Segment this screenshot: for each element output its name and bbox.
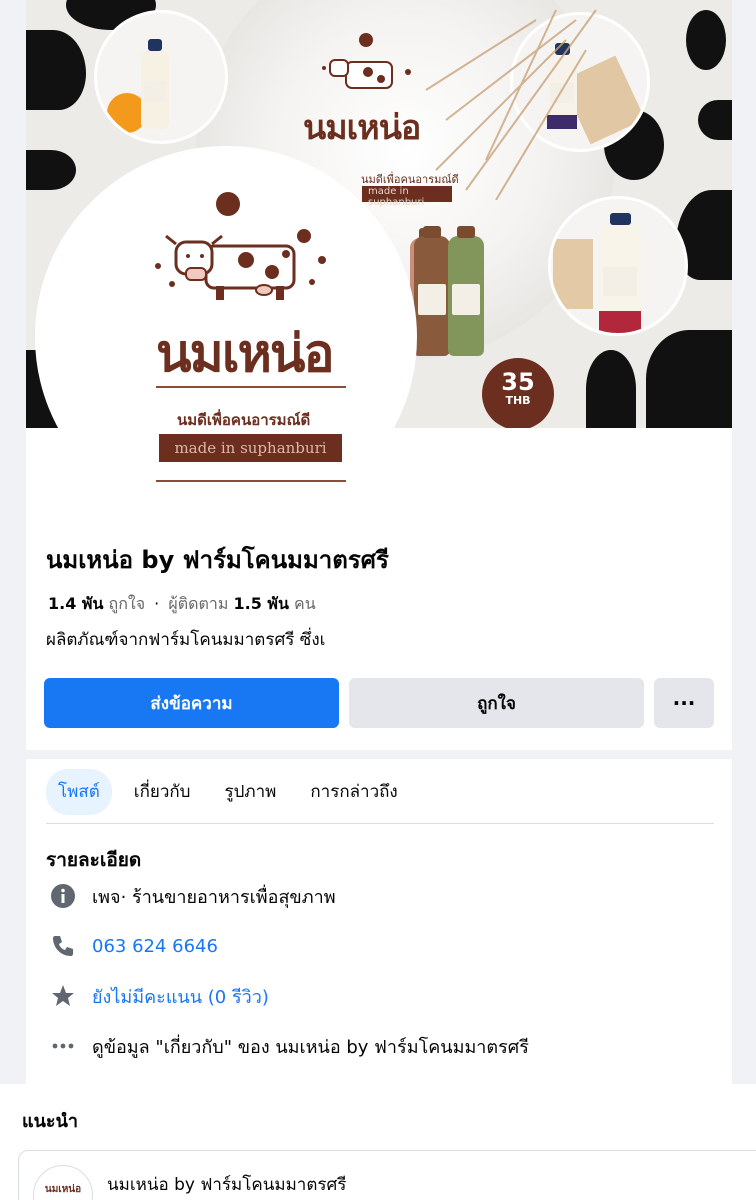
- cow-spot: [646, 330, 732, 428]
- recommended-section: แนะนำ นมเหน่อ นมเหน่อ by ฟาร์มโคนมมาตรศร…: [0, 1084, 756, 1200]
- recommended-heading: แนะนำ: [22, 1111, 78, 1132]
- followers-label: ผู้ติดตาม: [168, 594, 229, 613]
- recommended-page-card[interactable]: นมเหน่อ นมเหน่อ by ฟาร์มโคนมมาตรศรี: [18, 1150, 756, 1200]
- cow-spot: [698, 100, 732, 140]
- star-icon: [48, 981, 78, 1011]
- avatar-divider-top: [156, 386, 346, 388]
- phone-row[interactable]: 063 624 6646: [48, 931, 218, 961]
- info-icon: [48, 881, 78, 911]
- page-header-card: นมเหน่อ นมดีเพื่อคนอารมณ์ดี made in suph…: [26, 0, 732, 750]
- tab-posts[interactable]: โพสต์: [46, 769, 112, 815]
- cover-made-in: made in suphanburi: [362, 186, 452, 208]
- page-stats: 1.4 พัน ถูกใจ · ผู้ติดตาม 1.5 พัน คน: [48, 592, 316, 617]
- ellipsis-icon: [48, 1031, 78, 1061]
- bottle-chocolate: [414, 226, 450, 356]
- rating-text[interactable]: ยังไม่มีคะแนน (0 รีวิว): [92, 982, 269, 1011]
- tab-divider: [46, 823, 714, 824]
- category-prefix: เพจ: [92, 886, 121, 908]
- tab-about[interactable]: เกี่ยวกับ: [122, 769, 203, 815]
- tab-bar: โพสต์ เกี่ยวกับ รูปภาพ การกล่าวถึง: [46, 767, 420, 817]
- page-title: นมเหน่อ by ฟาร์มโคนมมาตรศรี: [46, 546, 389, 574]
- about-row[interactable]: ดูข้อมูล "เกี่ยวกับ" ของ นมเหน่อ by ฟาร์…: [48, 1031, 529, 1061]
- more-icon: ···: [672, 691, 696, 715]
- likes-count: 1.4 พัน: [48, 594, 104, 613]
- recommended-page-name[interactable]: นมเหน่อ by ฟาร์มโคนมมาตรศรี: [107, 1171, 346, 1198]
- avatar-made-in: made in suphanburi: [159, 434, 342, 462]
- avatar-brand-text: นมเหน่อ: [156, 324, 335, 384]
- product-photo-strawberry: [548, 196, 688, 336]
- more-options-button[interactable]: ···: [654, 678, 714, 728]
- rating-row[interactable]: ยังไม่มีคะแนน (0 รีวิว): [48, 981, 269, 1011]
- bottle-green-tea: [448, 226, 484, 356]
- phone-icon: [48, 931, 78, 961]
- send-message-button[interactable]: ส่งข้อความ: [44, 678, 339, 728]
- cover-brand-text: นมเหน่อ: [303, 108, 421, 148]
- cow-spot: [586, 350, 636, 428]
- details-heading: รายละเอียด: [46, 849, 142, 871]
- recommended-avatar: นมเหน่อ: [33, 1165, 93, 1200]
- cow-spot: [26, 30, 86, 110]
- followers-unit: คน: [294, 594, 316, 613]
- category-row: เพจ · ร้านขายอาหารเพื่อสุขภาพ: [48, 881, 336, 911]
- like-button[interactable]: ถูกใจ: [349, 678, 644, 728]
- price-badge: 35 THB: [482, 358, 554, 428]
- tab-mentions[interactable]: การกล่าวถึง: [298, 769, 409, 815]
- price-unit: THB: [505, 394, 531, 407]
- cow-logo-icon: [322, 33, 411, 89]
- avatar-divider-bottom: [156, 480, 346, 482]
- like-label: ถูกใจ: [477, 693, 516, 714]
- page-description: ผลิตภัณฑ์จากฟาร์มโคนมมาตรศรี ซึ่งเ: [46, 630, 326, 650]
- cow-spot: [686, 10, 726, 70]
- stats-separator: ·: [154, 594, 160, 613]
- about-link[interactable]: ดูข้อมูล "เกี่ยวกับ" ของ นมเหน่อ by ฟาร์…: [92, 1032, 529, 1061]
- likes-label: ถูกใจ: [108, 594, 146, 613]
- product-photo-orange: [94, 10, 228, 144]
- avatar-tagline: นมดีเพื่อคนอารมณ์ดี: [177, 411, 311, 429]
- phone-number[interactable]: 063 624 6646: [92, 936, 218, 957]
- followers-count: 1.5 พัน: [233, 594, 289, 613]
- send-message-label: ส่งข้อความ: [150, 693, 233, 714]
- cow-spot: [26, 150, 76, 190]
- avatar-cow-logo-icon: [155, 192, 326, 300]
- category-text: · ร้านขายอาหารเพื่อสุขภาพ: [120, 886, 336, 908]
- page-details-card: โพสต์ เกี่ยวกับ รูปภาพ การกล่าวถึง รายละ…: [26, 759, 732, 1089]
- price-value: 35: [501, 368, 535, 396]
- tab-photos[interactable]: รูปภาพ: [212, 769, 288, 815]
